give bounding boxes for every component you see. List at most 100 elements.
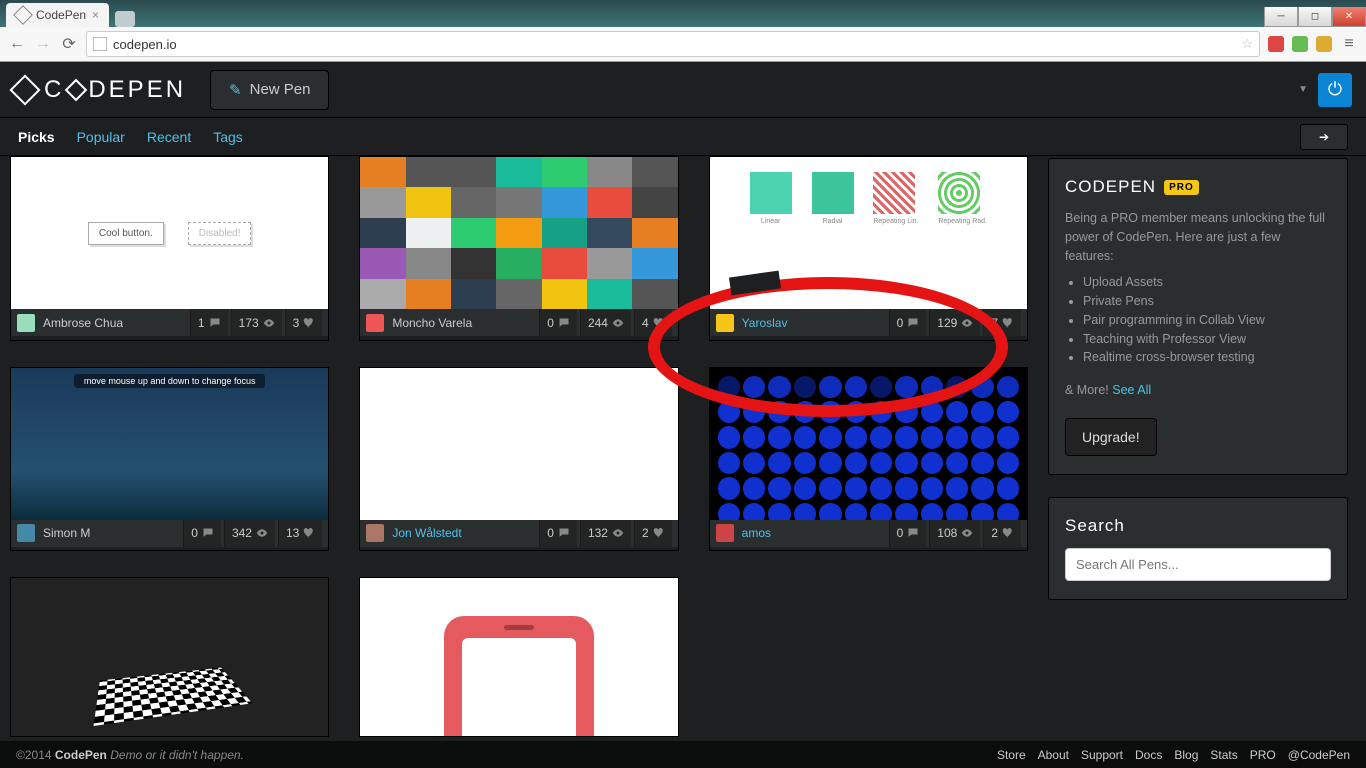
codepen-logo[interactable]: C DEPEN: [14, 76, 186, 104]
author-avatar[interactable]: [716, 314, 734, 332]
footer-link[interactable]: Stats: [1210, 748, 1237, 762]
pen-grid: Cool button. Disabled! Ambrose Chua 1 17…: [10, 156, 1028, 741]
pen-author[interactable]: Ambrose Chua: [43, 316, 123, 330]
pencil-icon: ✎: [229, 81, 242, 99]
reload-button[interactable]: ⟳: [60, 35, 78, 53]
pen-author[interactable]: Jon Wålstedt: [392, 526, 461, 540]
power-icon: ⏻: [1328, 79, 1342, 100]
close-tab-icon[interactable]: ×: [92, 8, 99, 22]
author-avatar[interactable]: [17, 524, 35, 542]
pen-thumbnail: Linear Radial Repeating Lin. Repeating R…: [710, 157, 1027, 309]
footer-link[interactable]: PRO: [1250, 748, 1276, 762]
pen-thumbnail: move mouse up and down to change focus: [11, 368, 328, 520]
pen-card[interactable]: /*dots generated below*/ amos 01082: [709, 367, 1028, 552]
pen-card[interactable]: Jon Wålstedt 01322: [359, 367, 678, 552]
page-footer: ©2014 CodePen Demo or it didn't happen. …: [0, 741, 1366, 768]
logo-o-icon: [68, 82, 84, 98]
menu-button[interactable]: ≡: [1340, 35, 1358, 53]
logo-text: C: [44, 76, 64, 104]
sub-nav: Picks Popular Recent Tags ➔: [0, 118, 1366, 156]
thumb-button-2: Disabled!: [188, 222, 252, 245]
author-avatar[interactable]: [17, 314, 35, 332]
footer-links: Store About Support Docs Blog Stats PRO …: [997, 748, 1350, 762]
window-controls: ─ ◻ ✕: [1264, 7, 1366, 27]
search-panel: Search: [1048, 497, 1348, 600]
ext-icon-1[interactable]: [1268, 36, 1284, 52]
pen-thumbnail: [11, 578, 328, 736]
pro-feature-list: Upload Assets Private Pens Pair programm…: [1065, 273, 1331, 367]
browser-toolbar: ← → ⟳ codepen.io ☆ ≡: [0, 27, 1366, 61]
search-input[interactable]: [1065, 548, 1331, 581]
author-avatar[interactable]: [366, 314, 384, 332]
nav-popular[interactable]: Popular: [77, 129, 125, 145]
see-all-link[interactable]: See All: [1112, 383, 1151, 397]
pen-meta: Yaroslav 01297: [710, 309, 1027, 336]
list-item: Pair programming in Collab View: [1083, 311, 1331, 330]
thumb-button-1: Cool button.: [88, 222, 164, 245]
maximize-button[interactable]: ◻: [1298, 7, 1332, 27]
footer-link[interactable]: Store: [997, 748, 1026, 762]
pen-card[interactable]: [10, 577, 329, 737]
codepen-header: C DEPEN ✎ New Pen ▼ ⏻: [0, 62, 1366, 118]
pen-meta: Simon M 034213: [11, 520, 328, 547]
pro-description: Being a PRO member means unlocking the f…: [1065, 209, 1331, 265]
comments-stat[interactable]: 1: [190, 309, 228, 336]
bookmark-star-icon[interactable]: ☆: [1241, 36, 1253, 52]
address-bar[interactable]: codepen.io ☆: [86, 31, 1260, 57]
favicon-icon: [13, 5, 33, 25]
back-button[interactable]: ←: [8, 35, 26, 53]
page-icon: [93, 37, 107, 51]
list-item: Private Pens: [1083, 292, 1331, 311]
views-stat[interactable]: 173: [231, 309, 282, 336]
minimize-button[interactable]: ─: [1264, 7, 1298, 27]
close-window-button[interactable]: ✕: [1332, 7, 1366, 27]
list-item: Teaching with Professor View: [1083, 330, 1331, 349]
tab-title: CodePen: [36, 8, 86, 22]
upgrade-button[interactable]: Upgrade!: [1065, 418, 1157, 456]
pen-meta: Ambrose Chua 1 173 3: [11, 309, 328, 336]
footer-copyright: ©2014 CodePen Demo or it didn't happen.: [16, 748, 244, 762]
content-area: Cool button. Disabled! Ambrose Chua 1 17…: [0, 156, 1366, 741]
footer-link[interactable]: @CodePen: [1288, 748, 1350, 762]
sidebar: CODEPEN PRO Being a PRO member means unl…: [1048, 156, 1348, 741]
forward-button[interactable]: →: [34, 35, 52, 53]
pen-meta: amos 01082: [710, 520, 1027, 547]
pen-author[interactable]: Simon M: [43, 526, 90, 540]
new-tab-button[interactable]: [115, 11, 135, 27]
pen-stats: 1 173 3: [190, 309, 322, 336]
list-item: Upload Assets: [1083, 273, 1331, 292]
pen-author[interactable]: Moncho Varela: [392, 316, 472, 330]
nav-tags[interactable]: Tags: [213, 129, 243, 145]
user-avatar-button[interactable]: ⏻: [1318, 73, 1352, 107]
pen-card[interactable]: Cool button. Disabled! Ambrose Chua 1 17…: [10, 156, 329, 341]
pen-card[interactable]: [359, 577, 678, 737]
pen-card[interactable]: Moncho Varela 02444: [359, 156, 678, 341]
footer-link[interactable]: Docs: [1135, 748, 1162, 762]
empty-slot: [709, 577, 1028, 737]
author-avatar[interactable]: [716, 524, 734, 542]
pen-author[interactable]: amos: [742, 526, 771, 540]
pro-more: & More! See All: [1065, 381, 1331, 400]
new-pen-button[interactable]: ✎ New Pen: [210, 70, 329, 110]
ext-icon-2[interactable]: [1292, 36, 1308, 52]
search-title: Search: [1065, 516, 1331, 536]
ext-icon-3[interactable]: [1316, 36, 1332, 52]
footer-link[interactable]: About: [1038, 748, 1069, 762]
pen-thumbnail: [360, 368, 677, 520]
pen-author[interactable]: Yaroslav: [742, 316, 788, 330]
next-page-button[interactable]: ➔: [1300, 124, 1348, 150]
pen-card[interactable]: move mouse up and down to change focus S…: [10, 367, 329, 552]
pro-title: CODEPEN PRO: [1065, 177, 1331, 197]
list-item: Realtime cross-browser testing: [1083, 348, 1331, 367]
author-avatar[interactable]: [366, 524, 384, 542]
header-dropdown-icon[interactable]: ▼: [1298, 84, 1308, 95]
codepen-page: C DEPEN ✎ New Pen ▼ ⏻ Picks Popular Rece…: [0, 62, 1366, 768]
pen-card[interactable]: Linear Radial Repeating Lin. Repeating R…: [709, 156, 1028, 341]
browser-tab[interactable]: CodePen ×: [6, 3, 109, 27]
nav-picks[interactable]: Picks: [18, 129, 55, 145]
nav-recent[interactable]: Recent: [147, 129, 191, 145]
likes-stat[interactable]: 3: [285, 309, 323, 336]
logo-text2: DEPEN: [88, 76, 186, 104]
footer-link[interactable]: Support: [1081, 748, 1123, 762]
footer-link[interactable]: Blog: [1174, 748, 1198, 762]
